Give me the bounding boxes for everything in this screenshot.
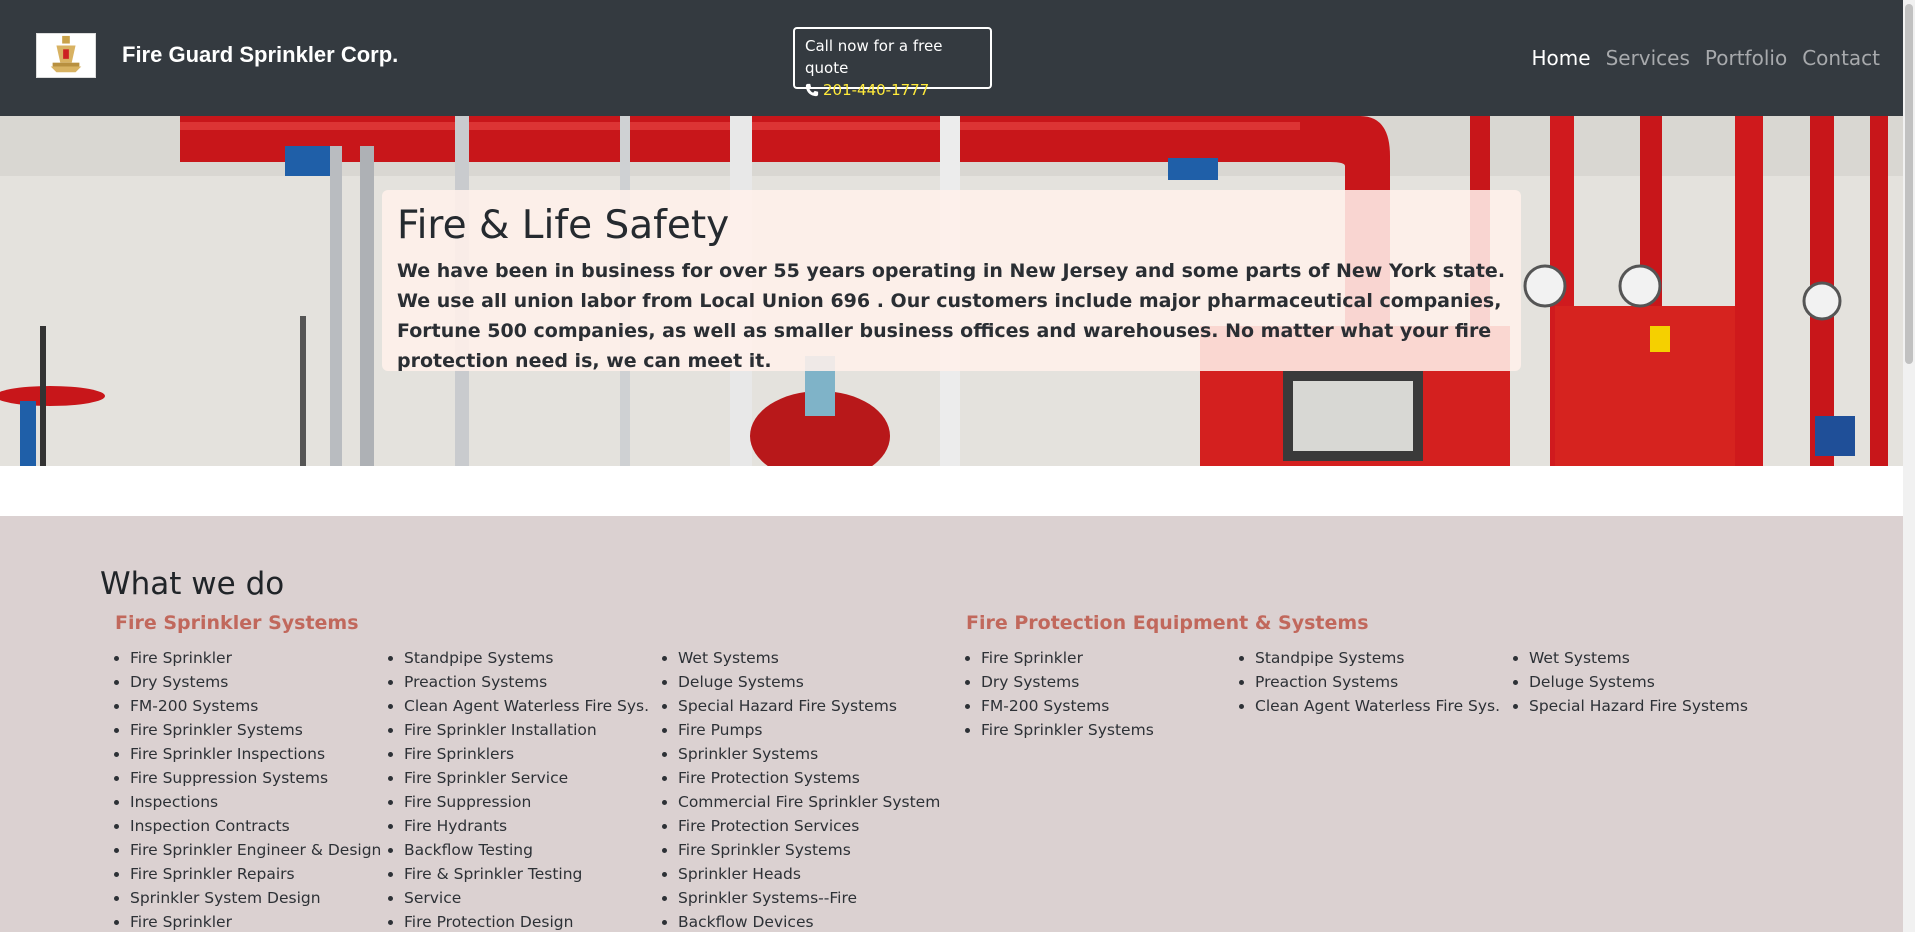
page-scrollbar[interactable] (1903, 0, 1915, 932)
service-item: Dry Systems (981, 670, 1154, 694)
service-item: Sprinkler System Design (130, 886, 381, 910)
service-list-6: Wet SystemsDeluge SystemsSpecial Hazard … (1513, 646, 1748, 718)
service-item: Fire Sprinkler Systems (678, 838, 940, 862)
service-item: Backflow Testing (404, 838, 649, 862)
main-nav: Home Services Portfolio Contact (1532, 46, 1881, 70)
service-item: Deluge Systems (678, 670, 940, 694)
service-list-4: Fire SprinklerDry SystemsFM-200 SystemsF… (965, 646, 1154, 742)
service-item: Service (404, 886, 649, 910)
quote-box: Call now for a free quote 201-440-1777 (793, 27, 992, 99)
service-item: Deluge Systems (1529, 670, 1748, 694)
service-item: Fire Sprinkler Service (404, 766, 649, 790)
category-title-protection-equipment: Fire Protection Equipment & Systems (966, 612, 1369, 634)
nav-contact[interactable]: Contact (1802, 46, 1880, 70)
services-section: What we do Fire Sprinkler Systems Fire P… (0, 516, 1903, 932)
quote-label: Call now for a free quote (805, 37, 943, 77)
service-item: Fire Pumps (678, 718, 940, 742)
hero-description: We have been in business for over 55 yea… (397, 260, 1506, 372)
service-item: Backflow Devices (678, 910, 940, 932)
service-item: Inspection Contracts (130, 814, 381, 838)
hero-banner: Fire & Life Safety We have been in busin… (0, 116, 1903, 466)
service-item: Standpipe Systems (1255, 646, 1500, 670)
service-item: Sprinkler Heads (678, 862, 940, 886)
service-item: Fire Protection Systems (678, 766, 940, 790)
service-item: Fire Protection Design (404, 910, 649, 932)
service-item: Special Hazard Fire Systems (1529, 694, 1748, 718)
service-item: Clean Agent Waterless Fire Sys. (1255, 694, 1500, 718)
service-item: Clean Agent Waterless Fire Sys. (404, 694, 649, 718)
category-title-sprinkler-systems: Fire Sprinkler Systems (115, 612, 359, 634)
service-item: Fire Sprinkler Engineer & Design (130, 838, 381, 862)
service-item: Special Hazard Fire Systems (678, 694, 940, 718)
nav-home[interactable]: Home (1532, 46, 1591, 70)
service-list-5: Standpipe SystemsPreaction SystemsClean … (1239, 646, 1500, 718)
section-title: What we do (100, 566, 285, 602)
service-item: Fire Sprinkler Inspections (130, 742, 381, 766)
service-item: Fire Sprinkler Repairs (130, 862, 381, 886)
service-item: Sprinkler Systems--Fire (678, 886, 940, 910)
service-item: FM-200 Systems (981, 694, 1154, 718)
service-item: Fire & Sprinkler Testing (404, 862, 649, 886)
service-item: Preaction Systems (1255, 670, 1500, 694)
service-item: FM-200 Systems (130, 694, 381, 718)
nav-portfolio[interactable]: Portfolio (1705, 46, 1787, 70)
service-item: Fire Hydrants (404, 814, 649, 838)
service-item: Fire Suppression (404, 790, 649, 814)
service-item: Wet Systems (678, 646, 940, 670)
service-item: Fire Suppression Systems (130, 766, 381, 790)
hero-title: Fire & Life Safety (397, 203, 730, 248)
service-item: Sprinkler Systems (678, 742, 940, 766)
service-item: Fire Sprinkler (981, 646, 1154, 670)
service-item: Commercial Fire Sprinkler System (678, 790, 940, 814)
service-list-3: Wet SystemsDeluge SystemsSpecial Hazard … (662, 646, 940, 932)
spacer (0, 466, 1903, 516)
service-list-2: Standpipe SystemsPreaction SystemsClean … (388, 646, 649, 932)
service-list-1: Fire SprinklerDry SystemsFM-200 SystemsF… (114, 646, 381, 932)
service-item: Fire Sprinkler Systems (130, 718, 381, 742)
service-item: Fire Sprinkler Installation (404, 718, 649, 742)
brand-name[interactable]: Fire Guard Sprinkler Corp. (122, 42, 398, 68)
scrollbar-thumb[interactable] (1905, 4, 1913, 364)
phone-icon (805, 83, 819, 97)
service-item: Fire Sprinkler Systems (981, 718, 1154, 742)
sprinkler-head-icon[interactable] (36, 33, 96, 78)
service-item: Fire Protection Services (678, 814, 940, 838)
top-navbar: Fire Guard Sprinkler Corp. Call now for … (0, 0, 1915, 116)
phone-link[interactable]: 201-440-1777 (805, 79, 980, 101)
service-item: Standpipe Systems (404, 646, 649, 670)
service-item: Dry Systems (130, 670, 381, 694)
service-item: Fire Sprinklers (404, 742, 649, 766)
service-item: Preaction Systems (404, 670, 649, 694)
phone-number[interactable]: 201-440-1777 (823, 79, 929, 101)
service-item: Fire Sprinkler (130, 910, 381, 932)
hero-text-panel: Fire & Life Safety We have been in busin… (382, 190, 1521, 372)
nav-services[interactable]: Services (1606, 46, 1690, 70)
service-item: Inspections (130, 790, 381, 814)
service-item: Fire Sprinkler (130, 646, 381, 670)
service-item: Wet Systems (1529, 646, 1748, 670)
